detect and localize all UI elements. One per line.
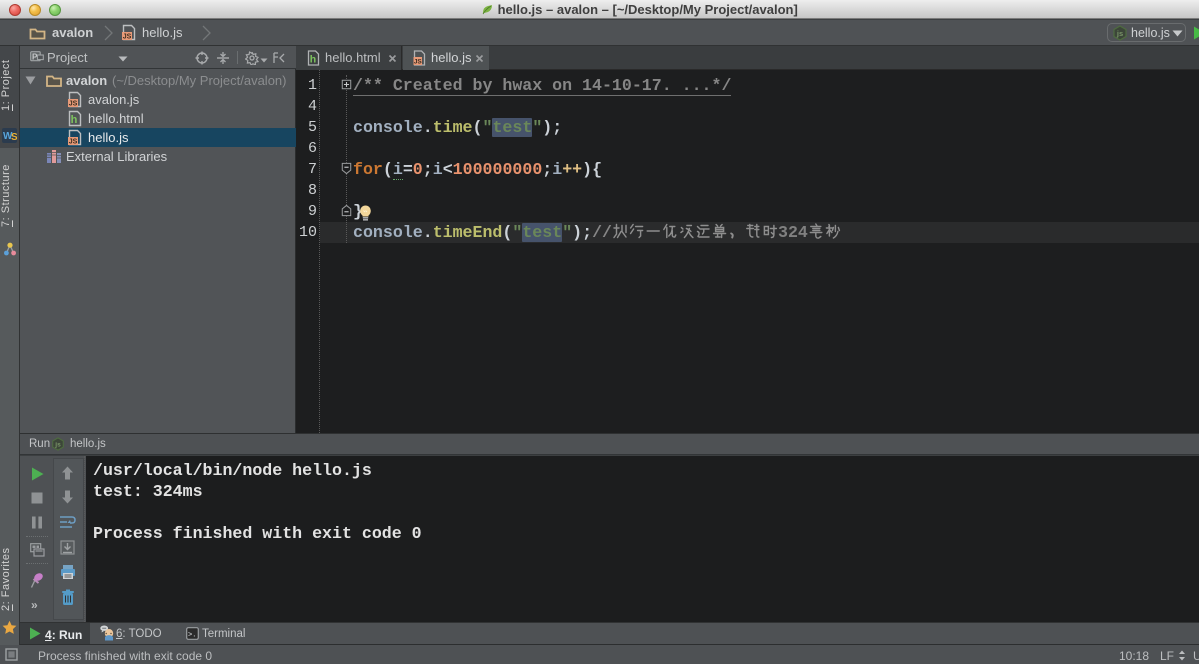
svg-text:js: js	[54, 442, 61, 449]
svg-text:JS: JS	[69, 101, 78, 108]
svg-text:>.: >.	[188, 632, 196, 640]
svg-text:JS: JS	[69, 139, 78, 146]
svg-text:JS: JS	[123, 34, 132, 41]
svg-text:js: js	[1116, 29, 1123, 38]
svg-text:h: h	[310, 54, 316, 66]
svg-text:JS: JS	[414, 59, 423, 66]
svg-text:324: 324	[778, 223, 808, 241]
svg-text:h: h	[71, 114, 78, 126]
svg-text:S: S	[11, 132, 17, 143]
